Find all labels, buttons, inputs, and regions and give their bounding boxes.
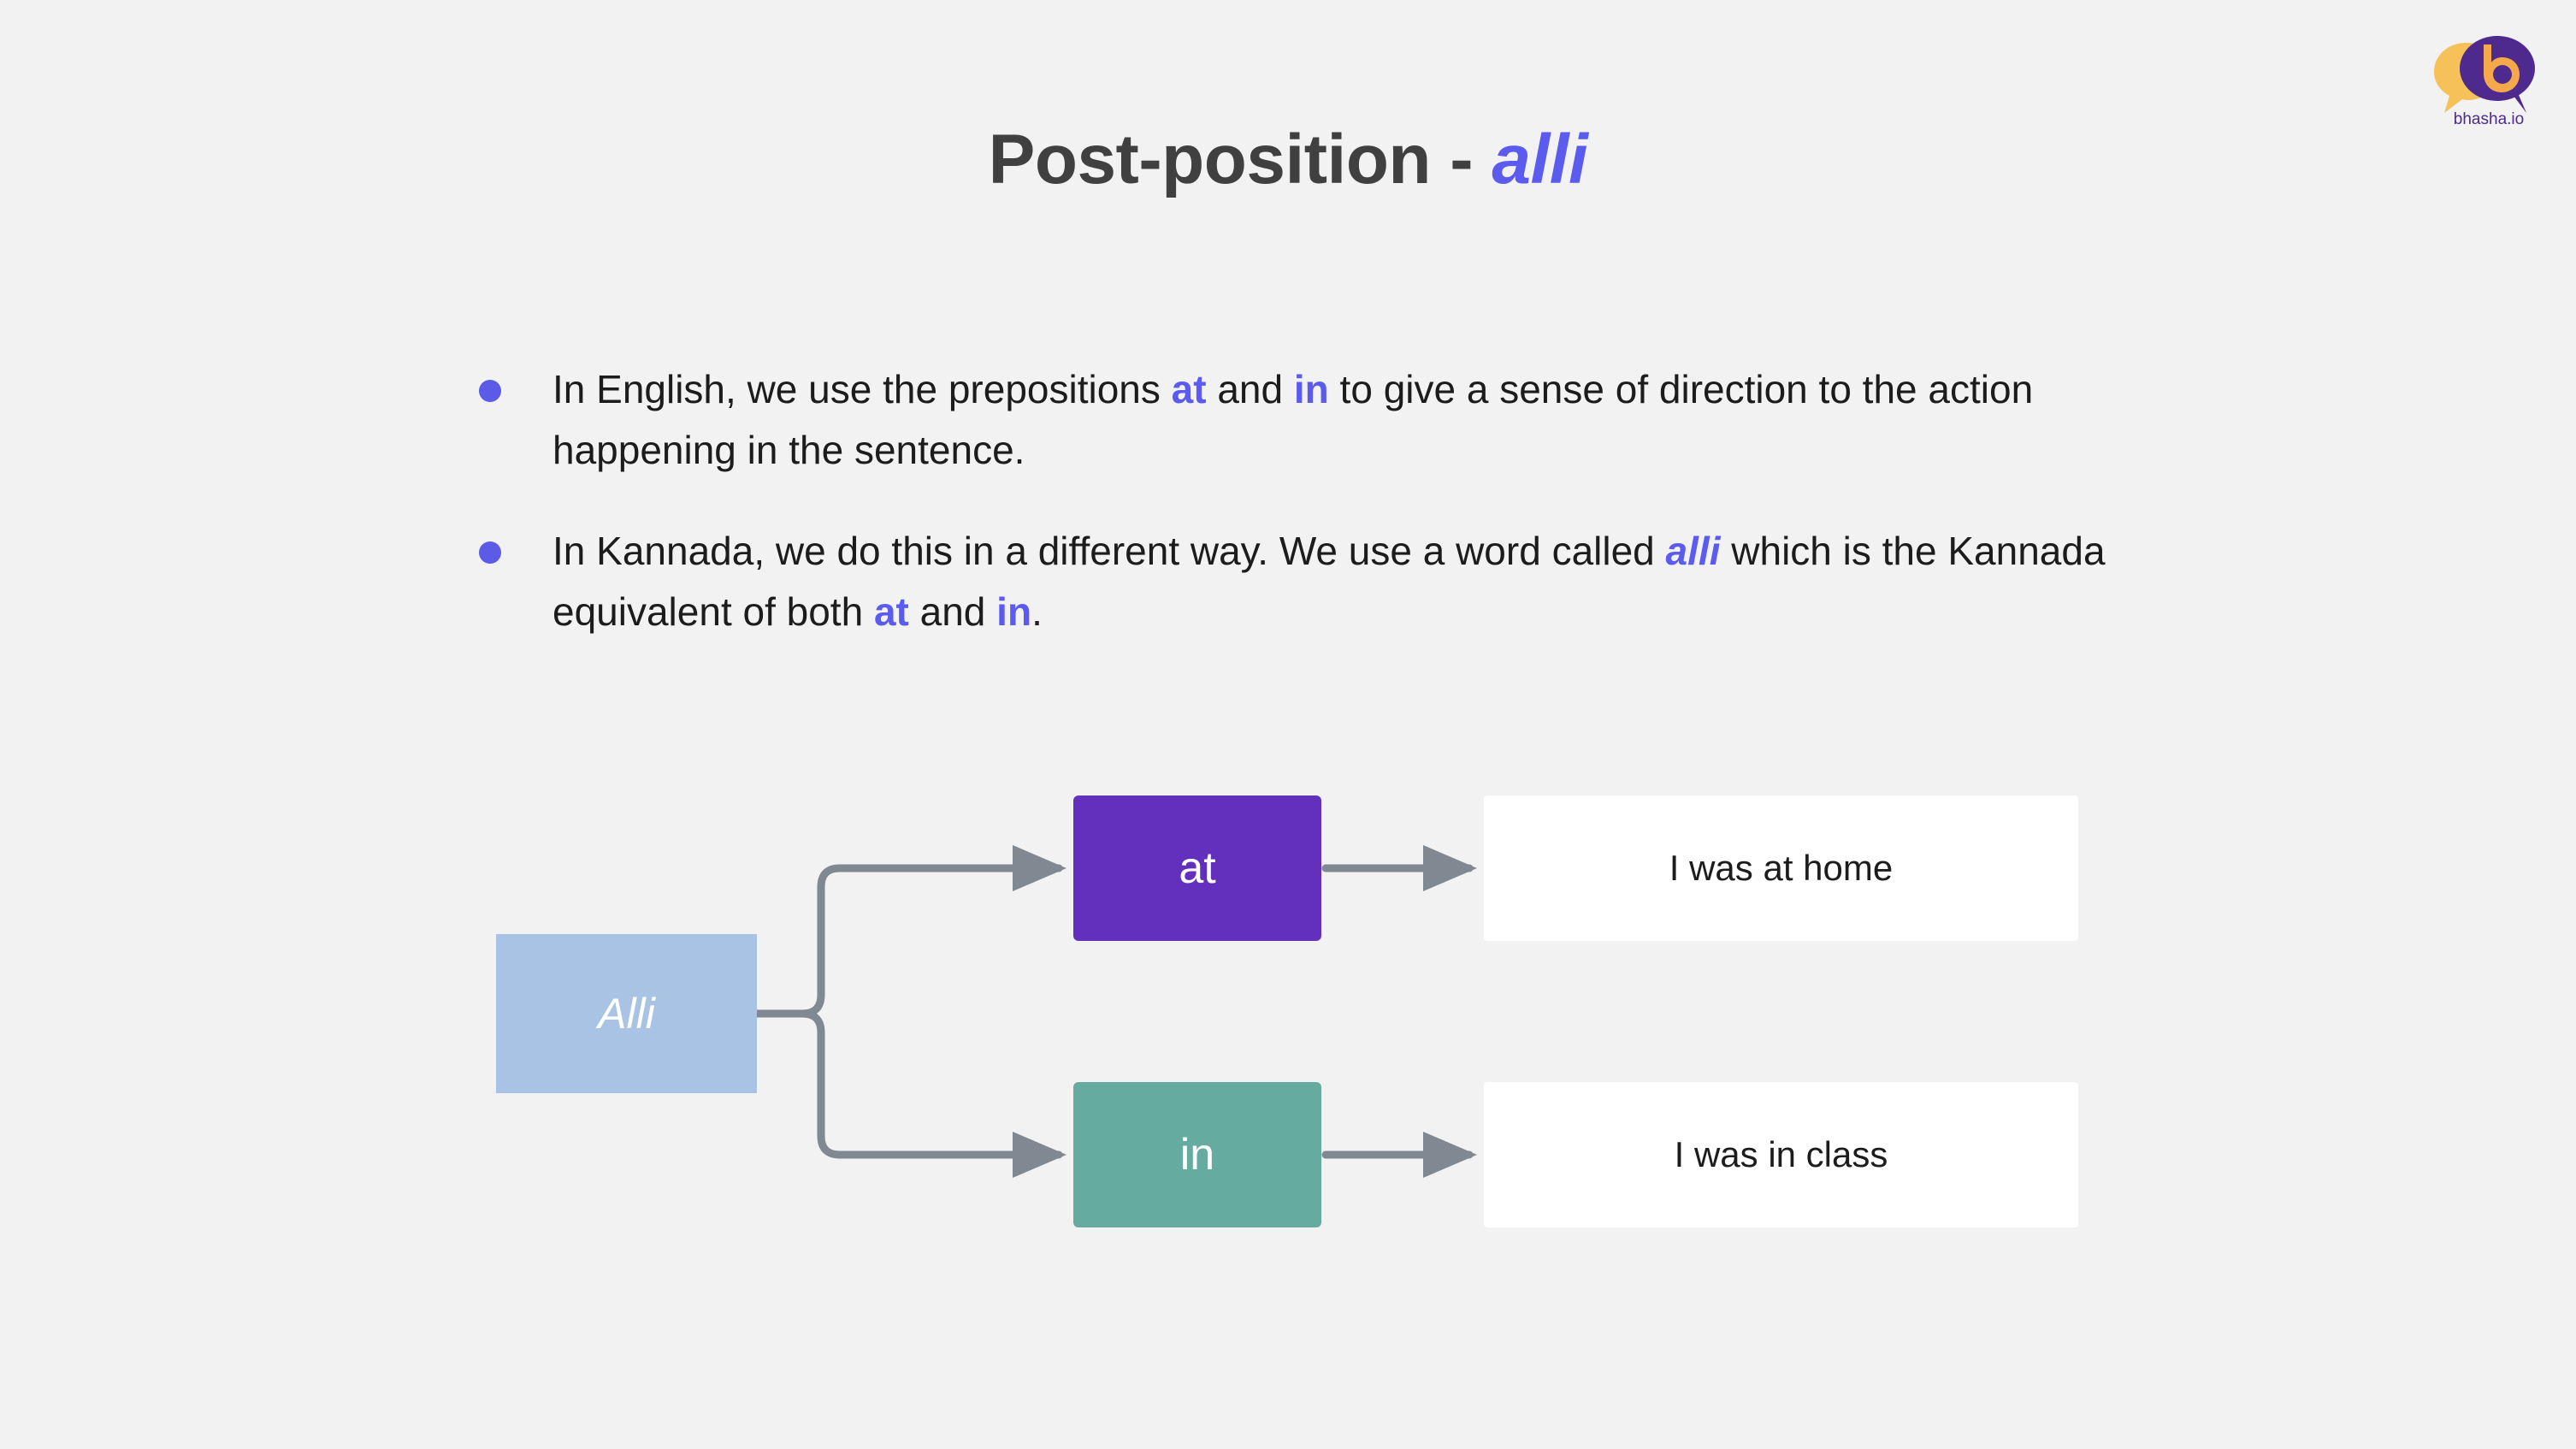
diagram-node-in-label: in	[1179, 1130, 1215, 1180]
diagram-node-alli: Alli	[496, 934, 757, 1093]
brand-logo: bhasha.io	[2422, 24, 2555, 133]
bullet-segment: .	[1031, 588, 1043, 634]
diagram-node-sentence-in: I was in class	[1484, 1082, 2078, 1227]
diagram-node-alli-label: Alli	[598, 990, 655, 1038]
diagram-sentence-at-label: I was at home	[1669, 848, 1894, 888]
bullet-text-1: In English, we use the prepositions at a…	[552, 359, 2109, 482]
slide-title-accent: alli	[1492, 121, 1588, 198]
bullet-segment-in: in	[1293, 367, 1329, 411]
bullet-dot-icon	[479, 380, 501, 402]
slide-title-main: Post-position -	[988, 121, 1492, 198]
bullet-segment: and	[908, 588, 997, 634]
bullet-segment-at: at	[1171, 367, 1207, 411]
bullet-text-2: In Kannada, we do this in a different wa…	[552, 521, 2109, 643]
diagram-node-sentence-at: I was at home	[1484, 795, 2078, 941]
list-item: In English, we use the prepositions at a…	[479, 359, 2155, 482]
bullet-segment: and	[1206, 367, 1294, 411]
diagram-node-at: at	[1073, 795, 1321, 941]
bullet-segment: In Kannada, we do this in a different wa…	[552, 528, 1666, 573]
list-item: In Kannada, we do this in a different wa…	[479, 521, 2155, 643]
bullet-segment: In English, we use the prepositions	[552, 367, 1172, 411]
diagram-node-in: in	[1073, 1082, 1321, 1227]
bullet-segment-at: at	[873, 588, 909, 634]
connector-alli-to-in	[798, 1009, 1066, 1178]
bullet-segment-alli: alli	[1665, 528, 1721, 573]
diagram-node-at-label: at	[1179, 843, 1216, 893]
diagram-sentence-in-label: I was in class	[1674, 1134, 1888, 1174]
connector-alli-to-at	[798, 845, 1066, 1018]
bullet-dot-icon	[479, 541, 501, 564]
bullet-list: In English, we use the prepositions at a…	[479, 359, 2155, 682]
slide-title: Post-position - alli	[0, 120, 2576, 200]
alli-branch-diagram: Alli at in I was at home I was in class	[445, 770, 2155, 1266]
bhasha-io-logo-icon: bhasha.io	[2434, 36, 2535, 128]
bullet-segment-in: in	[996, 588, 1032, 634]
logo-letter-b-counter	[2493, 65, 2512, 84]
